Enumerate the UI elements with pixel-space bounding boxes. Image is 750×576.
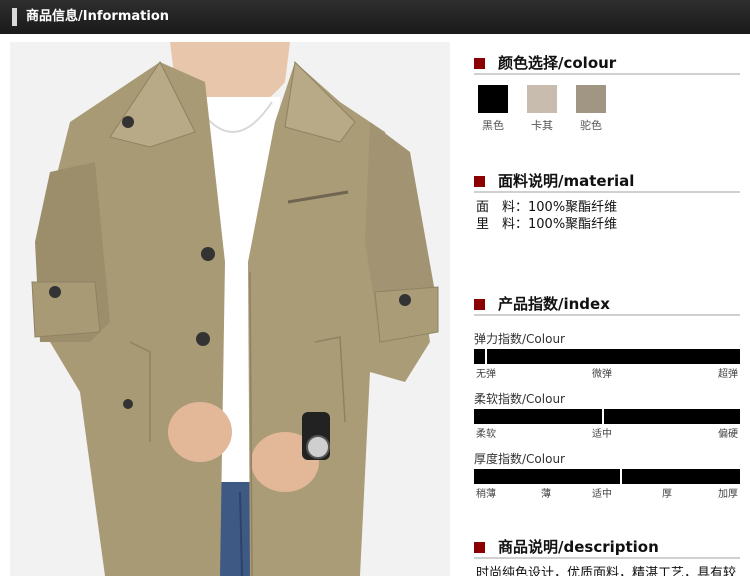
section-header-bar: 商品信息/Information	[0, 0, 750, 34]
model-wearing-coat-illustration	[10, 42, 450, 576]
thickness-level-marker	[620, 469, 622, 484]
section-title: 商品信息/Information	[26, 9, 170, 24]
scale-label: 厚	[662, 489, 672, 500]
colour-swatch-camel[interactable]	[576, 85, 606, 113]
scale-label: 适中	[592, 429, 612, 440]
softness-index-label: 柔软指数/Colour	[474, 392, 565, 406]
colour-title-text: 颜色选择/colour	[498, 54, 617, 72]
section-divider	[474, 73, 740, 75]
thickness-index-bar	[474, 469, 740, 484]
section-divider	[474, 557, 740, 559]
section-divider	[474, 191, 740, 193]
elasticity-level-marker	[485, 349, 487, 364]
description-title-text: 商品说明/description	[498, 538, 659, 556]
softness-index-bar	[474, 409, 740, 424]
scale-label: 柔软	[476, 429, 496, 440]
scale-label: 微弹	[592, 369, 612, 380]
section-bullet-icon	[474, 58, 485, 69]
section-bullet-icon	[474, 176, 485, 187]
elasticity-index-bar	[474, 349, 740, 364]
scale-label: 超弹	[718, 369, 738, 380]
product-photo	[10, 42, 450, 576]
colour-swatch-label: 卡其	[531, 119, 553, 132]
scale-label: 偏硬	[718, 429, 738, 440]
section-bullet-icon	[474, 299, 485, 310]
colour-swatch-black[interactable]	[478, 85, 508, 113]
scale-label: 稍薄	[476, 489, 496, 500]
colour-swatch-khaki[interactable]	[527, 85, 557, 113]
scale-label: 加厚	[718, 489, 738, 500]
section-divider	[474, 314, 740, 316]
scale-label: 无弹	[476, 369, 496, 380]
index-title-text: 产品指数/index	[498, 295, 610, 313]
description-text: 时尚纯色设计，优质面料，精湛工艺，具有较	[476, 566, 737, 576]
material-lining-line: 里 料：100%聚酯纤维	[476, 217, 618, 232]
thickness-index-label: 厚度指数/Colour	[474, 452, 565, 466]
elasticity-index-label: 弹力指数/Colour	[474, 332, 565, 346]
material-title-text: 面料说明/material	[498, 172, 635, 190]
scale-label: 薄	[541, 489, 551, 500]
material-outer-line: 面 料：100%聚酯纤维	[476, 200, 618, 215]
scale-label: 适中	[592, 489, 612, 500]
softness-level-marker	[602, 409, 604, 424]
colour-swatch-label: 黑色	[482, 119, 504, 132]
header-accent-mark	[12, 8, 17, 26]
colour-swatch-label: 驼色	[580, 119, 602, 132]
section-bullet-icon	[474, 542, 485, 553]
